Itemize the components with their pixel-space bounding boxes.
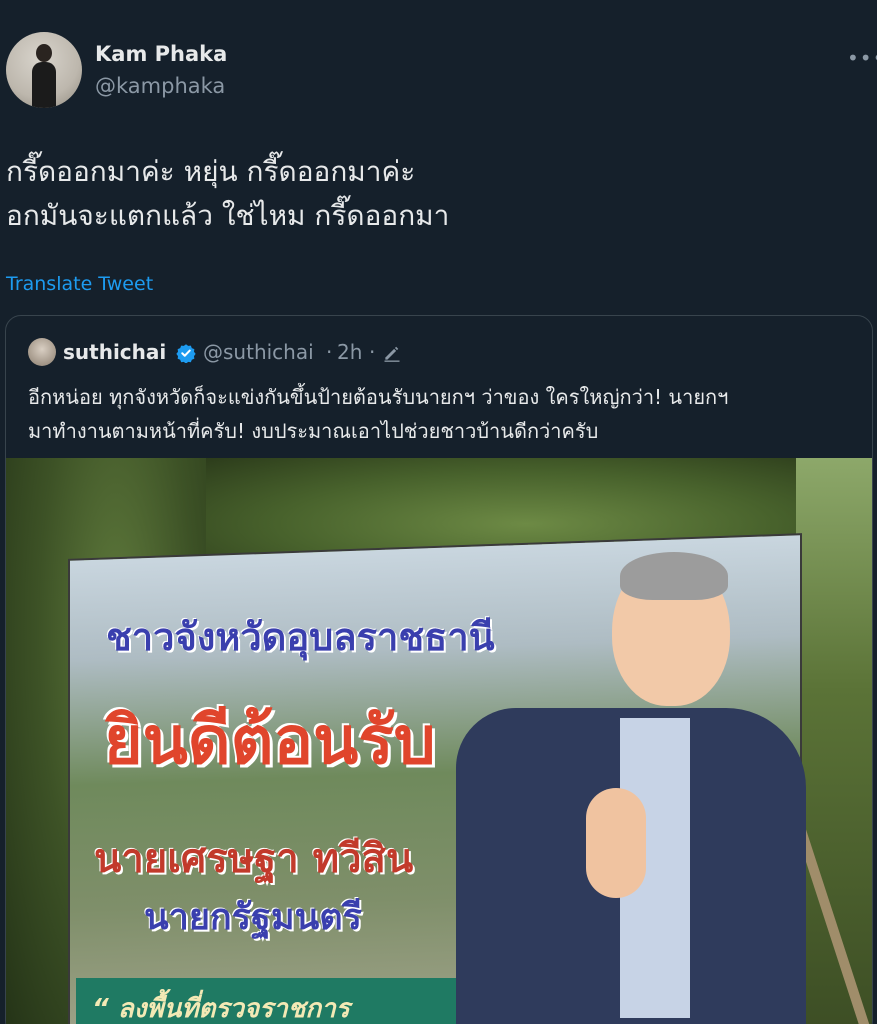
- billboard-caption: “ ลงพื้นที่ตรวจราชการ: [92, 994, 350, 1024]
- tweet-text-line: กรี๊ดออกมาค่ะ หยุ่น กรี๊ดออกมาค่ะ: [6, 155, 416, 188]
- avatar-head: [36, 44, 52, 62]
- quoted-timestamp[interactable]: 2h: [337, 340, 362, 364]
- quoted-text-line: อีกหน่อย ทุกจังหวัดก็จะแข่งกันขึ้นป้ายต้…: [28, 385, 729, 409]
- quoted-author-avatar[interactable]: [28, 338, 56, 366]
- quoted-text-line: มาทำงานตามหน้าที่ครับ! งบประมาณเอาไปช่วย…: [28, 419, 599, 443]
- billboard-name-text: นายเศรษฐา ทวีสิน: [94, 836, 414, 882]
- separator-dot: ·: [369, 340, 376, 364]
- billboard-welcome-text: ยินดีต้อนรับ: [104, 702, 436, 779]
- avatar-body: [32, 62, 56, 108]
- translate-tweet-link[interactable]: Translate Tweet: [6, 273, 153, 295]
- tweet-text: กรี๊ดออกมาค่ะ หยุ่น กรี๊ดออกมาค่ะ อกมันจ…: [6, 150, 866, 238]
- billboard-heading: ชาวจังหวัดอุบลราชธานี: [106, 615, 495, 659]
- quoted-tweet-photo[interactable]: ชาวจังหวัดอุบลราชธานี ยินดีต้อนรับ นายเศ…: [6, 458, 872, 1024]
- author-avatar[interactable]: [6, 32, 82, 108]
- separator-dot: ·: [326, 340, 333, 364]
- person-hair: [620, 552, 728, 600]
- author-handle[interactable]: @kamphaka: [95, 74, 225, 98]
- quoted-tweet-text: อีกหน่อย ทุกจังหวัดก็จะแข่งกันขึ้นป้ายต้…: [28, 380, 858, 448]
- verified-badge-icon: [176, 344, 196, 363]
- tweet-card: Kam Phaka @kamphaka ••• กรี๊ดออกมาค่ะ หย…: [0, 0, 877, 1024]
- billboard-title-text: นายกรัฐมนตรี: [144, 897, 362, 938]
- edited-pencil-icon: [384, 346, 400, 362]
- quoted-author-handle[interactable]: @suthichai: [203, 340, 314, 364]
- more-horizontal-icon[interactable]: •••: [847, 46, 877, 70]
- waving-hand: [586, 788, 646, 898]
- quoted-author-name[interactable]: suthichai: [63, 340, 166, 364]
- tweet-text-line: อกมันจะแตกแล้ว ใช่ไหม กรี๊ดออกมา: [6, 199, 450, 232]
- author-display-name[interactable]: Kam Phaka: [95, 42, 227, 66]
- quoted-tweet[interactable]: suthichai @suthichai · 2h · อีกหน่อย ทุก…: [5, 315, 873, 1024]
